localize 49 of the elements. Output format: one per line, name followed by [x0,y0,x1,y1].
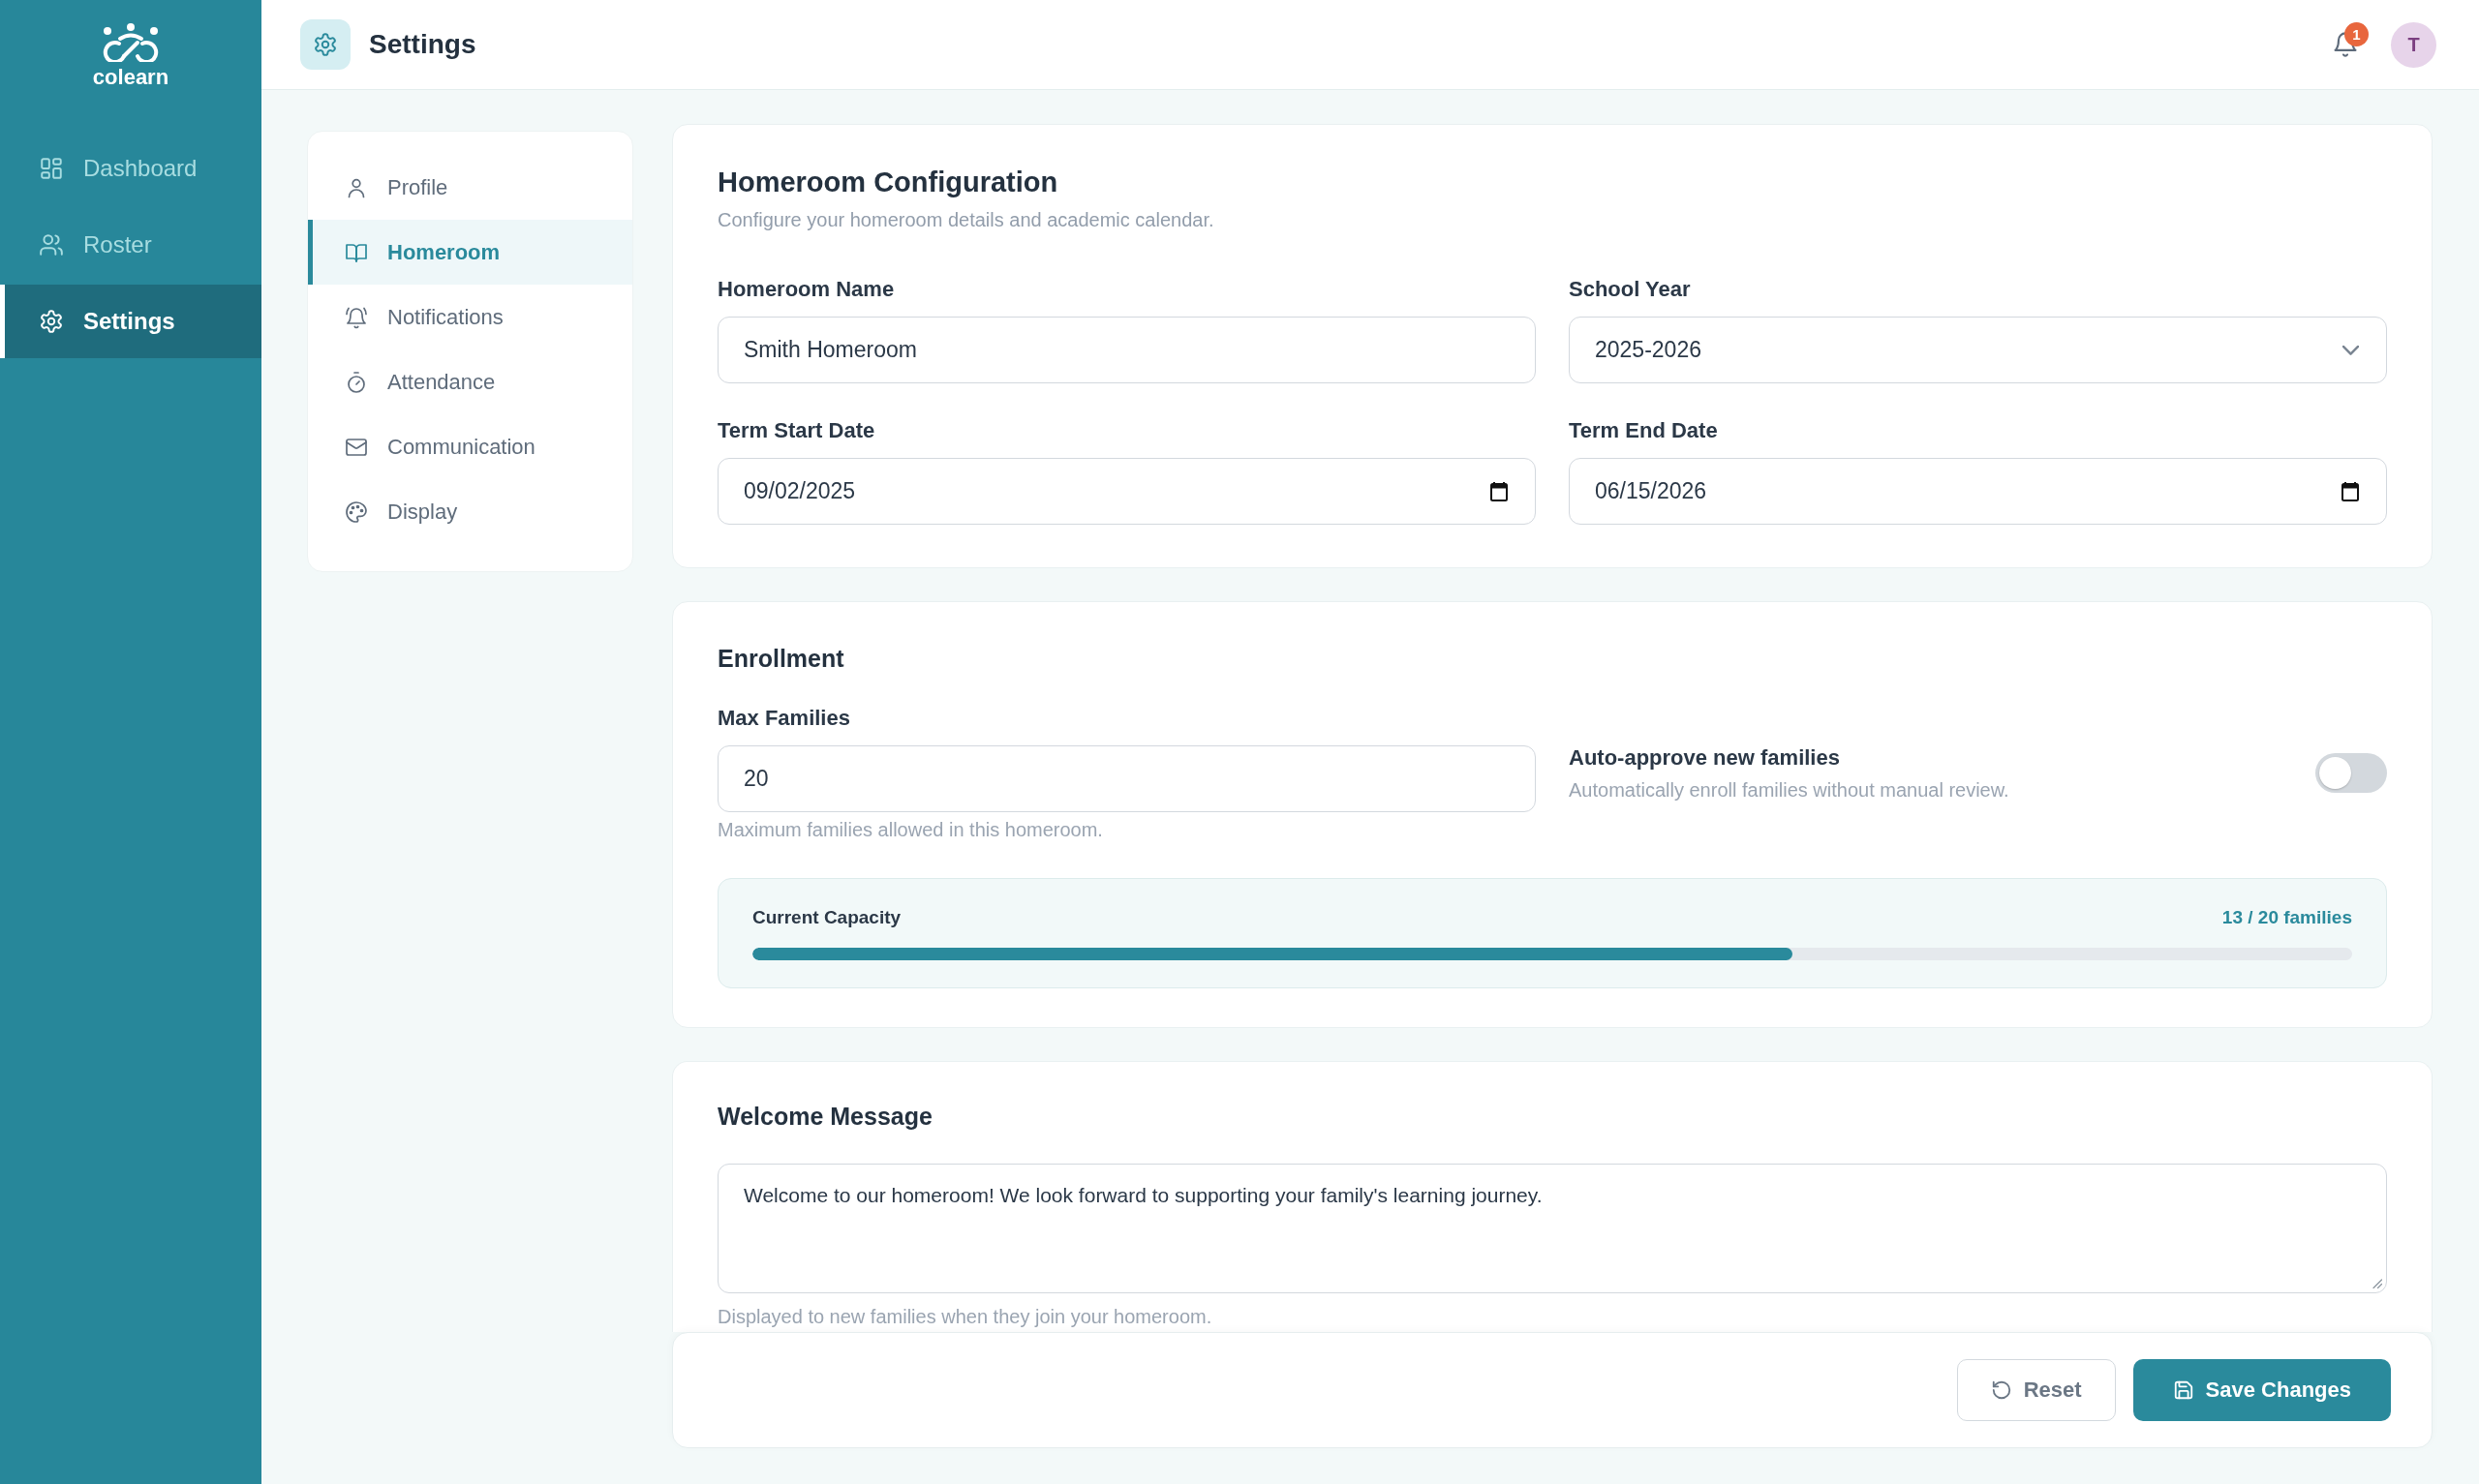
resize-grip-icon[interactable] [2372,1279,2382,1288]
stopwatch-icon [345,370,368,394]
field-label: Term End Date [1569,417,1719,444]
settings-nav-item[interactable]: Profile [308,155,632,220]
field-label: Term Start Date [718,417,876,444]
grid-icon [39,156,64,181]
chevron-down-icon [2342,345,2359,355]
settings-nav-item[interactable]: Notifications [308,285,632,349]
settings-icon [39,309,64,334]
settings-nav-item[interactable]: Communication [308,414,632,479]
select-field[interactable]: 2025-2026 [1569,317,2387,383]
settings-nav-item[interactable]: Homeroom [308,220,632,285]
users-icon [39,232,64,257]
field-help-text: Displayed to new families when they join your homeroom. [718,1305,1213,1328]
setting-description: Automatically enroll families without manual review. [1569,777,2010,803]
sidebar-item[interactable]: Dashboard [0,132,261,205]
capacity-reading: 13 / 20 families [2221,906,2352,929]
settings-nav-item[interactable]: Attendance [308,349,632,414]
section-title: Welcome Message [718,1102,933,1132]
text-field[interactable]: Smith Homeroom [718,317,1536,383]
calendar-icon[interactable] [1490,481,1508,501]
card-subtitle: Configure your homeroom details and academic calendar. [718,208,1215,232]
field-label: Homeroom Name [718,276,896,303]
card-title: Homeroom Configuration [718,166,1059,199]
toggle-switch[interactable] [2315,753,2387,793]
logo-text: colearn [92,65,169,90]
sidebar-item[interactable]: Roster [0,208,261,282]
settings-nav-item[interactable]: Display [308,479,632,544]
section-title: Enrollment [718,644,845,674]
action-button[interactable]: Reset [1956,1359,2116,1421]
number-field[interactable]: 20 [718,745,1536,812]
date-field[interactable]: 06/15/2026 [1569,458,2387,525]
calendar-icon[interactable] [2341,481,2359,501]
action-button[interactable]: Save Changes [2132,1359,2391,1421]
date-field[interactable]: 09/02/2025 [718,458,1536,525]
field-help-text: Maximum families allowed in this homeroom. [718,818,1104,841]
sidebar-item[interactable]: Settings [0,285,261,358]
setting-label: Auto-approve new families [1569,743,1841,772]
textarea-field[interactable]: Welcome to our homeroom! We look forward to supporting your family's learning journey. [718,1164,2387,1293]
settings-icon [300,19,351,70]
field-label: School Year [1569,276,1692,303]
page-title: Settings [369,29,476,60]
palette-icon [345,500,368,524]
capacity-label: Current Capacity [752,906,902,929]
field-label: Max Families [718,705,851,732]
avatar[interactable]: T [2391,21,2436,68]
rotate-ccw-icon [1990,1379,2012,1401]
notification-badge: 1 [2344,22,2369,46]
bell-icon [345,305,368,329]
